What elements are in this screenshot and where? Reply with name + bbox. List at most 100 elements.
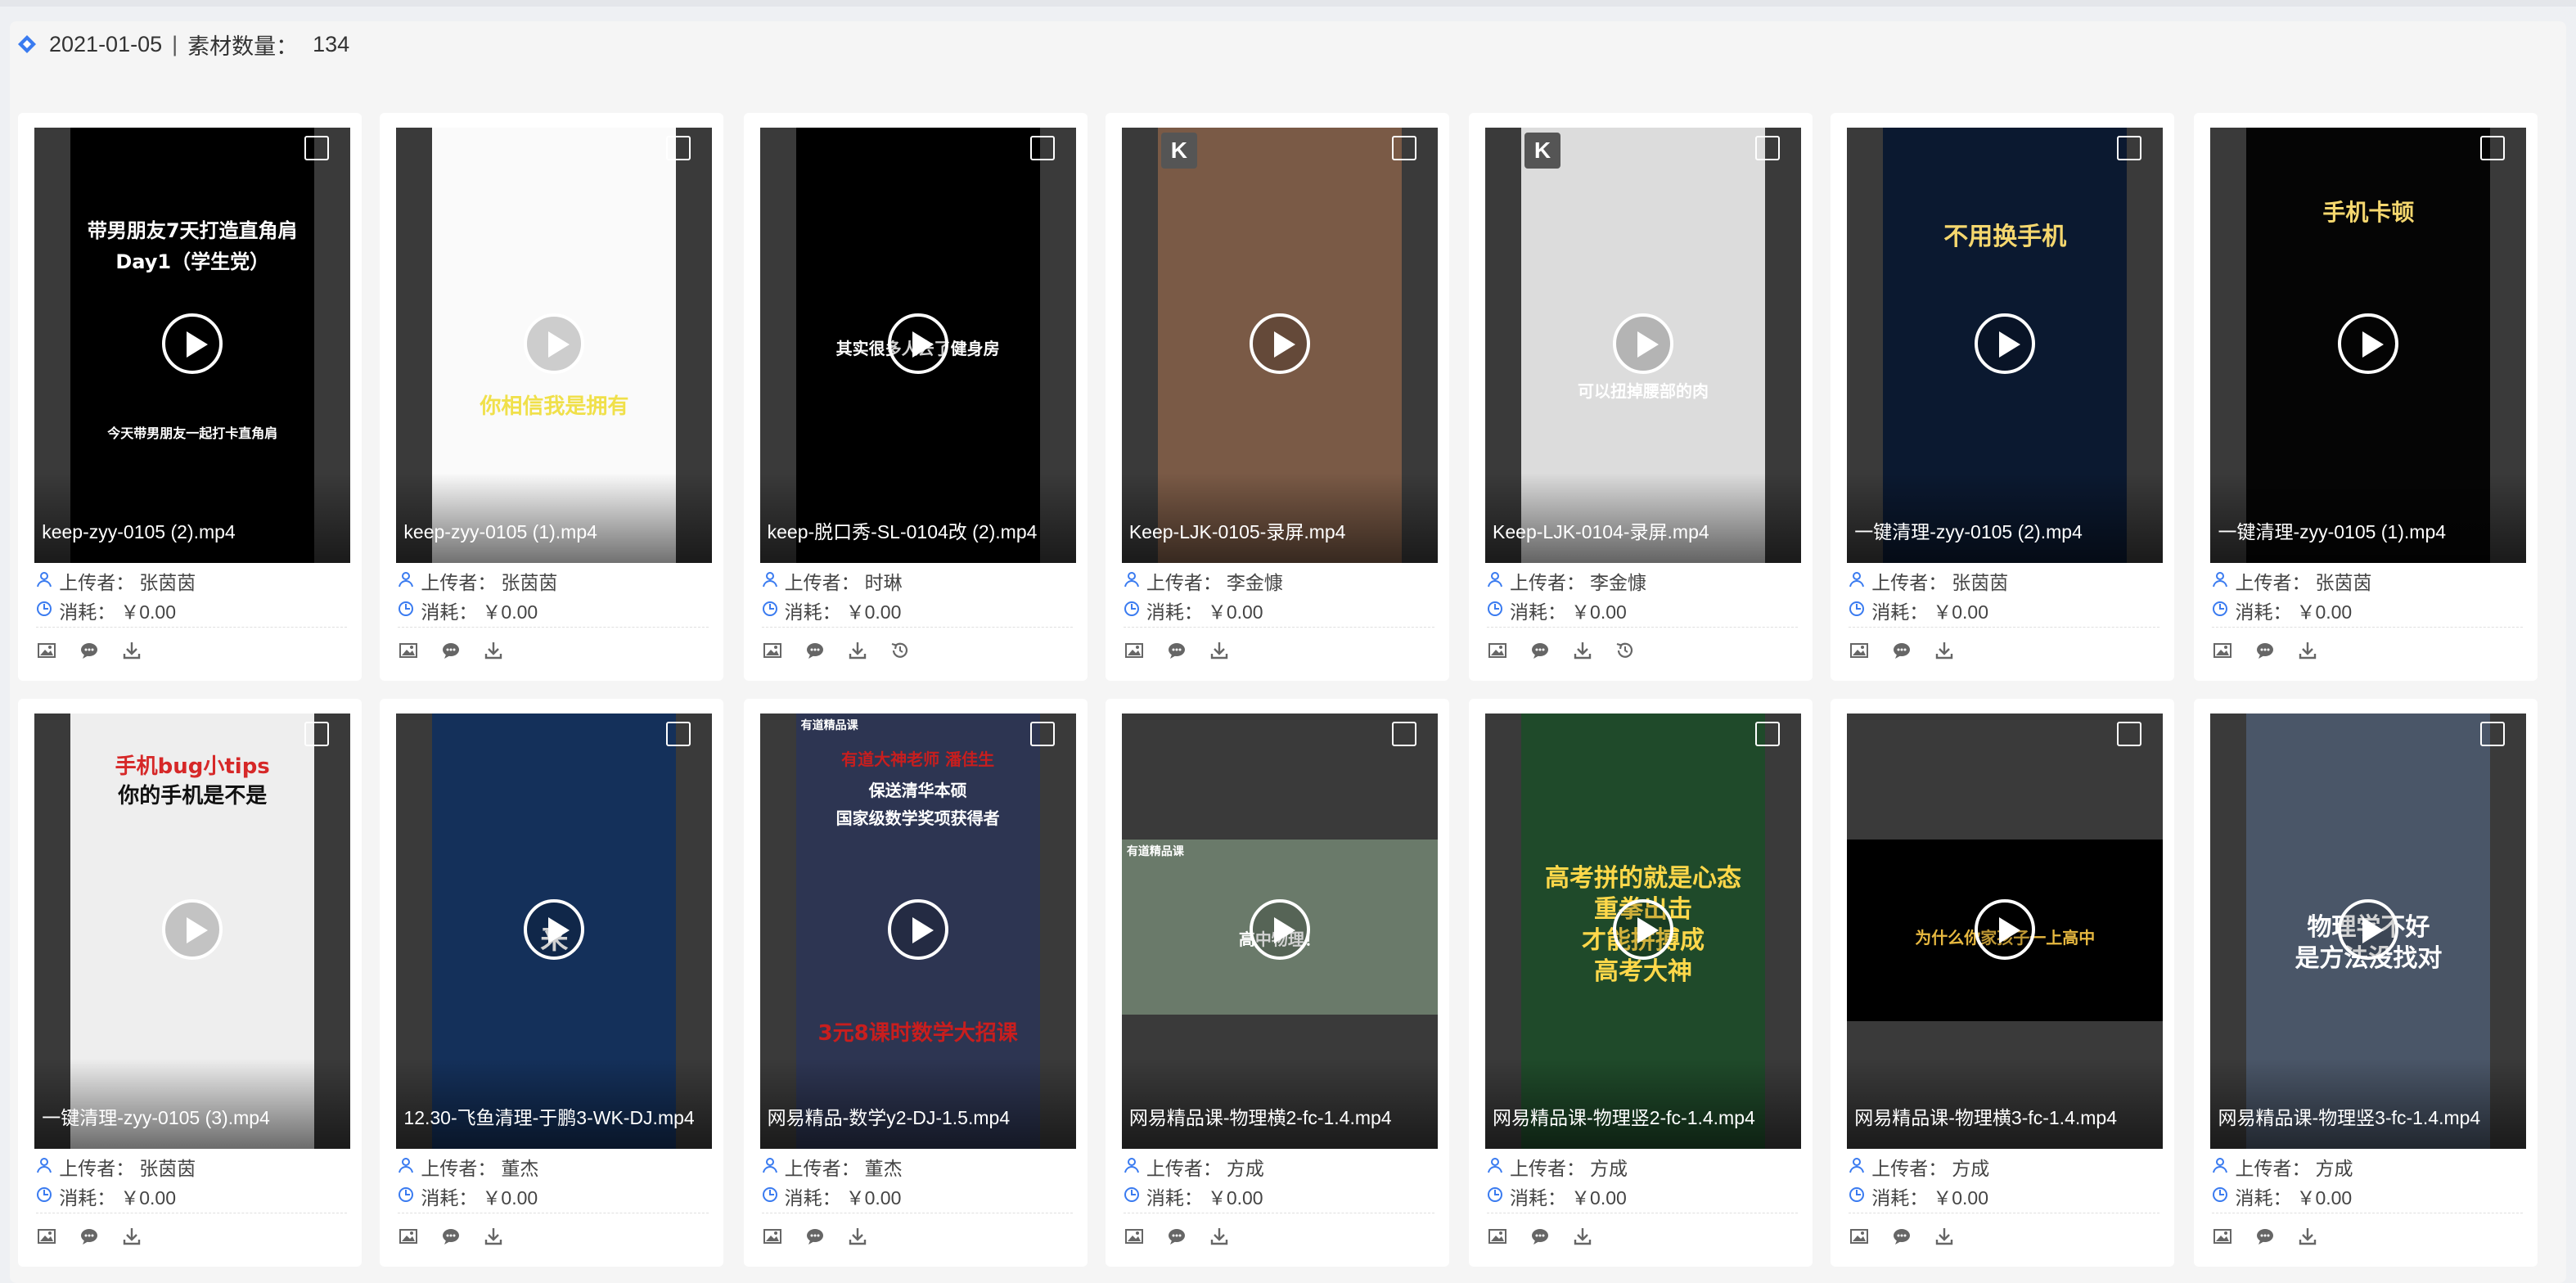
comment-icon[interactable]	[1891, 640, 1912, 661]
download-icon[interactable]	[121, 1226, 142, 1247]
image-icon[interactable]	[2212, 640, 2233, 661]
play-icon[interactable]	[2338, 313, 2399, 374]
history-icon[interactable]	[1615, 640, 1636, 661]
video-thumbnail[interactable]: 其实很多人去了健身房 keep-脱口秀-SL-0104改 (2).mp4	[759, 128, 1076, 563]
video-thumbnail[interactable]: 高考拼的就是心态 重拳出击 才能拼搏成 高考大神 网易精品课-物理竖2-fc-1.4.…	[1485, 714, 1802, 1149]
play-icon[interactable]	[524, 313, 585, 374]
play-icon[interactable]	[887, 899, 948, 960]
download-icon[interactable]	[1572, 640, 1593, 661]
play-icon[interactable]	[162, 313, 223, 374]
select-checkbox[interactable]	[1391, 136, 1416, 160]
play-icon[interactable]	[1249, 899, 1310, 960]
image-icon[interactable]	[1124, 1226, 1145, 1247]
comment-icon[interactable]	[440, 1226, 462, 1247]
video-thumbnail[interactable]: 有道大神老师 潘佳生 保送清华本硕 国家级数学奖项获得者 3元8课时数学大招课 有道精品…	[759, 714, 1076, 1149]
image-icon[interactable]	[1487, 1226, 1508, 1247]
download-icon[interactable]	[847, 640, 868, 661]
select-checkbox[interactable]	[666, 722, 691, 746]
comment-icon[interactable]	[1166, 640, 1187, 661]
comment-icon[interactable]	[2254, 640, 2276, 661]
comment-icon[interactable]	[804, 640, 826, 661]
select-checkbox[interactable]	[2117, 136, 2142, 160]
select-checkbox[interactable]	[2480, 136, 2506, 160]
comment-icon[interactable]	[1529, 640, 1551, 661]
download-icon[interactable]	[1572, 1226, 1593, 1247]
material-card[interactable]: 你相信我是拥有 keep-zyy-0105 (1).mp4 上传者： 张茵茵 消…	[380, 113, 724, 681]
select-checkbox[interactable]	[666, 136, 691, 160]
image-icon[interactable]	[398, 640, 419, 661]
download-icon[interactable]	[2297, 1226, 2318, 1247]
download-icon[interactable]	[483, 640, 504, 661]
comment-icon[interactable]	[1166, 1226, 1187, 1247]
video-thumbnail[interactable]: 高中物理！ 有道精品课 网易精品课-物理横2-fc-1.4.mp4	[1121, 714, 1438, 1149]
download-icon[interactable]	[121, 640, 142, 661]
comment-icon[interactable]	[1529, 1226, 1551, 1247]
play-icon[interactable]	[2338, 899, 2399, 960]
video-thumbnail[interactable]: K Keep-LJK-0105-录屏.mp4	[1121, 128, 1438, 563]
video-thumbnail[interactable]: 手机卡顿 一键清理-zyy-0105 (1).mp4	[2210, 128, 2527, 563]
download-icon[interactable]	[1209, 640, 1230, 661]
video-thumbnail[interactable]: 来 12.30-飞鱼清理-于鹏3-WK-DJ.mp4	[396, 714, 713, 1149]
select-checkbox[interactable]	[304, 136, 330, 160]
select-checkbox[interactable]	[1755, 136, 1781, 160]
history-icon[interactable]	[889, 640, 911, 661]
image-icon[interactable]	[762, 1226, 783, 1247]
play-icon[interactable]	[887, 313, 948, 374]
play-icon[interactable]	[1249, 313, 1310, 374]
image-icon[interactable]	[36, 1226, 57, 1247]
video-thumbnail[interactable]: 你相信我是拥有 keep-zyy-0105 (1).mp4	[396, 128, 713, 563]
play-icon[interactable]	[1975, 899, 2036, 960]
comment-icon[interactable]	[804, 1226, 826, 1247]
comment-icon[interactable]	[1891, 1226, 1912, 1247]
download-icon[interactable]	[483, 1226, 504, 1247]
video-thumbnail[interactable]: 物理学不好 是方法没找对 网易精品课-物理竖3-fc-1.4.mp4	[2210, 714, 2527, 1149]
image-icon[interactable]	[1487, 640, 1508, 661]
video-thumbnail[interactable]: 为什么你家孩子一上高中 网易精品课-物理横3-fc-1.4.mp4	[1847, 714, 2164, 1149]
download-icon[interactable]	[847, 1226, 868, 1247]
image-icon[interactable]	[36, 640, 57, 661]
select-checkbox[interactable]	[2480, 722, 2506, 746]
material-card[interactable]: 手机bug小tips 你的手机是不是 一键清理-zyy-0105 (3).mp4 …	[18, 699, 363, 1267]
material-card[interactable]: 不用换手机 一键清理-zyy-0105 (2).mp4 上传者： 张茵茵 消耗：…	[1831, 113, 2175, 681]
image-icon[interactable]	[1849, 640, 1870, 661]
play-icon[interactable]	[524, 899, 585, 960]
material-card[interactable]: 为什么你家孩子一上高中 网易精品课-物理横3-fc-1.4.mp4 上传者： 方…	[1831, 699, 2175, 1267]
video-thumbnail[interactable]: 手机bug小tips 你的手机是不是 一键清理-zyy-0105 (3).mp4	[34, 714, 351, 1149]
material-card[interactable]: 来 12.30-飞鱼清理-于鹏3-WK-DJ.mp4 上传者： 董杰 消耗： ￥…	[380, 699, 724, 1267]
download-icon[interactable]	[1209, 1226, 1230, 1247]
material-card[interactable]: 有道大神老师 潘佳生 保送清华本硕 国家级数学奖项获得者 3元8课时数学大招课 有道精品…	[743, 699, 1088, 1267]
play-icon[interactable]	[1975, 313, 2036, 374]
comment-icon[interactable]	[440, 640, 462, 661]
download-icon[interactable]	[1934, 640, 1955, 661]
comment-icon[interactable]	[79, 640, 100, 661]
comment-icon[interactable]	[79, 1226, 100, 1247]
image-icon[interactable]	[2212, 1226, 2233, 1247]
play-icon[interactable]	[1613, 899, 1674, 960]
material-card[interactable]: 带男朋友7天打造直角肩 Day1（学生党） 今天带男朋友一起打卡直角肩 keep-z…	[18, 113, 363, 681]
select-checkbox[interactable]	[1391, 722, 1416, 746]
video-thumbnail[interactable]: 不用换手机 一键清理-zyy-0105 (2).mp4	[1847, 128, 2164, 563]
download-icon[interactable]	[2297, 640, 2318, 661]
select-checkbox[interactable]	[304, 722, 330, 746]
select-checkbox[interactable]	[1029, 722, 1055, 746]
material-card[interactable]: 高考拼的就是心态 重拳出击 才能拼搏成 高考大神 网易精品课-物理竖2-fc-1.4.…	[1469, 699, 1813, 1267]
material-card[interactable]: 手机卡顿 一键清理-zyy-0105 (1).mp4 上传者： 张茵茵 消耗： …	[2194, 113, 2538, 681]
video-thumbnail[interactable]: 可以扭掉腰部的肉 K Keep-LJK-0104-录屏.mp4	[1485, 128, 1802, 563]
image-icon[interactable]	[762, 640, 783, 661]
select-checkbox[interactable]	[1755, 722, 1781, 746]
material-card[interactable]: 其实很多人去了健身房 keep-脱口秀-SL-0104改 (2).mp4 上传者…	[743, 113, 1088, 681]
select-checkbox[interactable]	[1029, 136, 1055, 160]
image-icon[interactable]	[1849, 1226, 1870, 1247]
material-card[interactable]: K Keep-LJK-0105-录屏.mp4 上传者： 李金慷 消耗： ￥0.0…	[1105, 113, 1449, 681]
material-card[interactable]: 高中物理！ 有道精品课 网易精品课-物理横2-fc-1.4.mp4 上传者： 方成…	[1105, 699, 1449, 1267]
image-icon[interactable]	[1124, 640, 1145, 661]
material-card[interactable]: 物理学不好 是方法没找对 网易精品课-物理竖3-fc-1.4.mp4 上传者： 方…	[2194, 699, 2538, 1267]
play-icon[interactable]	[1613, 313, 1674, 374]
video-thumbnail[interactable]: 带男朋友7天打造直角肩 Day1（学生党） 今天带男朋友一起打卡直角肩 keep-z…	[34, 128, 351, 563]
download-icon[interactable]	[1934, 1226, 1955, 1247]
image-icon[interactable]	[398, 1226, 419, 1247]
select-checkbox[interactable]	[2117, 722, 2142, 746]
comment-icon[interactable]	[2254, 1226, 2276, 1247]
play-icon[interactable]	[162, 899, 223, 960]
material-card[interactable]: 可以扭掉腰部的肉 K Keep-LJK-0104-录屏.mp4 上传者： 李金慷…	[1469, 113, 1813, 681]
